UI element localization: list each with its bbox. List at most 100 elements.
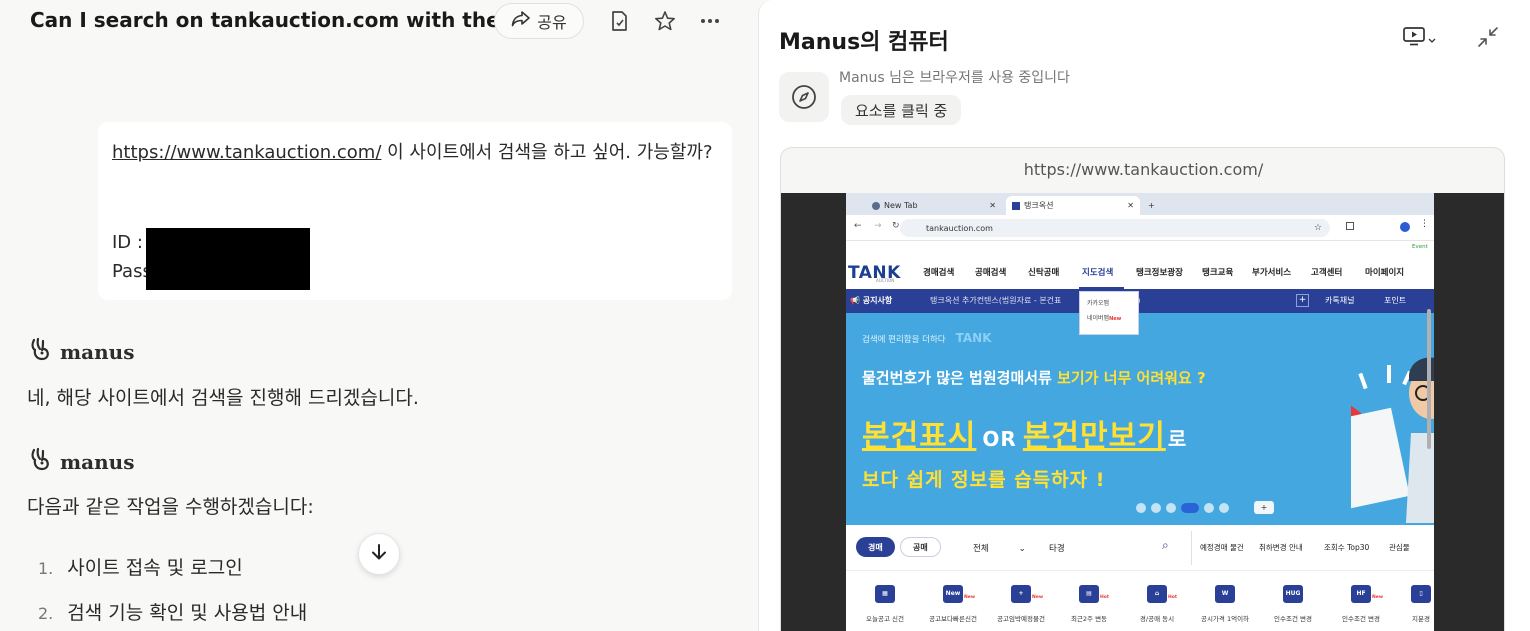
nav-item[interactable]: 신탁공매	[1028, 266, 1059, 278]
banner-tagline: 검색에 편리함을 더하다 TANK	[862, 331, 992, 345]
calendar-icon: ▦	[875, 585, 895, 603]
menu-icon[interactable]: ⋮	[1420, 219, 1429, 229]
divider	[1191, 531, 1192, 565]
won-document-icon: W	[1215, 585, 1235, 603]
redaction-box	[146, 228, 310, 290]
search-icon[interactable]: ⌕	[1162, 538, 1169, 553]
nav-item[interactable]: 공매검색	[975, 266, 1006, 278]
quick-item[interactable]: + New 공고임박예정물건	[986, 585, 1056, 623]
kakao-channel-link[interactable]: 카톡채널	[1325, 295, 1354, 306]
event-tag[interactable]: Event	[1412, 244, 1428, 250]
dropdown-item-kakao[interactable]: 카카오맵	[1080, 292, 1138, 307]
quick-item[interactable]: ▦ 오늘공고 신건	[850, 585, 920, 623]
quick-item[interactable]: ▤ Hot 최근2주 변동	[1054, 585, 1124, 623]
notice-label: 📢 공지사항	[850, 296, 893, 305]
arrow-down-icon	[370, 543, 388, 565]
quick-item[interactable]: ▯ 지분경	[1386, 585, 1434, 623]
quick-item[interactable]: New New 공고보다빠른신건	[918, 585, 988, 623]
carousel-dot[interactable]	[1136, 502, 1146, 513]
collapse-button[interactable]	[1477, 26, 1499, 52]
share-label: 공유	[537, 13, 567, 32]
share-button[interactable]: 공유	[494, 3, 584, 39]
quick-link[interactable]: 예정경매 물건	[1200, 542, 1244, 553]
auction-type-toggle-active[interactable]: 경매	[856, 537, 895, 557]
notice-bar: 📢 공지사항 탱크옥션 추가컨텐스(법원자료 - 본건표) + 카톡채널 포인트	[846, 289, 1434, 313]
nav-item[interactable]: 고객센터	[1311, 266, 1342, 278]
quick-item[interactable]: HUG 인수조건 변경	[1258, 585, 1328, 623]
step-number: 2.	[38, 604, 54, 623]
carousel-dot-active[interactable]	[1181, 502, 1199, 513]
nav-item[interactable]: 탱크정보광장	[1136, 266, 1183, 278]
back-icon[interactable]: ←	[854, 221, 862, 231]
carousel-plus-button[interactable]: +	[1254, 501, 1274, 514]
quick-link[interactable]: 관심물	[1389, 542, 1410, 553]
chat-pane: Can I search on tankauction.com with the…	[0, 0, 758, 631]
cartoon-character-illustration	[1351, 357, 1434, 523]
browser-tab-active[interactable]: 탱크옥션 ✕	[1006, 196, 1140, 215]
profile-icon[interactable]	[1400, 222, 1410, 232]
viewer-url: https://www.tankauction.com/	[1023, 160, 1264, 179]
forward-icon[interactable]: →	[874, 221, 882, 231]
new-calendar-icon: New	[943, 585, 963, 603]
favicon-icon	[1012, 201, 1020, 210]
document-icon[interactable]	[606, 8, 632, 34]
quick-item[interactable]: W 공시가격 1억이하	[1190, 585, 1260, 623]
carousel-dots[interactable]: +	[1136, 501, 1274, 514]
bookmark-star-icon[interactable]: ☆	[1314, 223, 1322, 233]
banner-main-text: 본건표시 OR 본건만보기 로	[862, 419, 1188, 454]
reload-icon[interactable]: ↻	[892, 221, 900, 231]
address-text: tankauction.com	[926, 223, 993, 233]
new-tab-button[interactable]: +	[1142, 196, 1161, 215]
nav-item[interactable]: 마이페이지	[1365, 266, 1404, 278]
extensions-icon[interactable]	[1346, 222, 1354, 230]
address-bar-row: ← → ↻ tankauction.com ☆ ⋮	[846, 215, 1434, 241]
case-number-input[interactable]	[1076, 537, 1176, 559]
chrome-icon	[872, 201, 880, 210]
document-icon: ▯	[1411, 585, 1431, 603]
carousel-dot[interactable]	[1219, 502, 1229, 513]
page-scrollbar[interactable]	[1426, 289, 1432, 539]
carousel-dot[interactable]	[1166, 502, 1176, 513]
screen-mode-button[interactable]	[1403, 26, 1436, 50]
quick-item[interactable]: ⌂ Hot 경/공매 동시	[1122, 585, 1192, 623]
step-item: 1. 사이트 접속 및 로그인	[38, 553, 243, 580]
address-bar[interactable]: tankauction.com ☆	[900, 219, 1330, 237]
nav-item-active[interactable]: 지도검색	[1082, 266, 1113, 278]
nav-item[interactable]: 탱크교육	[1202, 266, 1233, 278]
promo-banner[interactable]: 검색에 편리함을 더하다 TANK 물건번호가 많은 법원경매서류 보기가 너무 …	[846, 313, 1434, 525]
manus-logo-icon	[28, 446, 52, 477]
manus-logo-icon	[28, 336, 52, 367]
quick-link[interactable]: 취하변경 안내	[1259, 542, 1303, 553]
calendar-plus-icon: +	[1011, 585, 1031, 603]
scope-select[interactable]: 전체 ⌄	[973, 542, 1026, 554]
more-icon[interactable]	[697, 8, 723, 34]
dropdown-item-naver[interactable]: 네이버맵New	[1080, 307, 1138, 322]
site-navigation: Event TANK AUCTION 경매검색 공매검색 신탁공매 지도검색 탱…	[846, 241, 1434, 289]
share-icon	[511, 11, 531, 31]
step-text: 검색 기능 확인 및 사용법 안내	[67, 602, 308, 624]
close-icon[interactable]: ✕	[989, 201, 996, 210]
remote-browser-screen[interactable]: New Tab ✕ 탱크옥션 ✕ + ← → ↻ tankauction.com…	[846, 193, 1434, 631]
scrollbar-thumb[interactable]	[1427, 309, 1431, 449]
auction-type-toggle[interactable]: 공매	[900, 537, 941, 557]
status-chip: 요소를 클릭 중	[841, 95, 962, 125]
nav-item[interactable]: 경매검색	[923, 266, 954, 278]
scroll-down-button[interactable]	[358, 533, 400, 575]
carousel-dot[interactable]	[1204, 502, 1214, 513]
star-icon[interactable]	[652, 8, 678, 34]
carousel-dot[interactable]	[1151, 502, 1161, 513]
browser-tab[interactable]: New Tab ✕	[866, 196, 1002, 215]
collapse-icon	[1477, 26, 1499, 52]
close-icon[interactable]: ✕	[1127, 201, 1134, 210]
hug-logo-icon: HUG	[1283, 585, 1303, 603]
user-message-link[interactable]: https://www.tankauction.com/	[112, 142, 381, 163]
compass-icon	[779, 72, 829, 122]
status-text: Manus 님은 브라우저를 사용 중입니다	[839, 70, 1070, 86]
agent-message: 다음과 같은 작업을 수행하겠습니다:	[27, 496, 314, 518]
quick-link[interactable]: 조회수 Top30	[1324, 542, 1369, 553]
notice-plus-button[interactable]: +	[1296, 294, 1309, 307]
step-text: 사이트 접속 및 로그인	[67, 557, 243, 579]
nav-item[interactable]: 부가서비스	[1252, 266, 1291, 278]
point-link[interactable]: 포인트	[1384, 295, 1406, 306]
tab-title: 탱크옥션	[1024, 201, 1054, 210]
